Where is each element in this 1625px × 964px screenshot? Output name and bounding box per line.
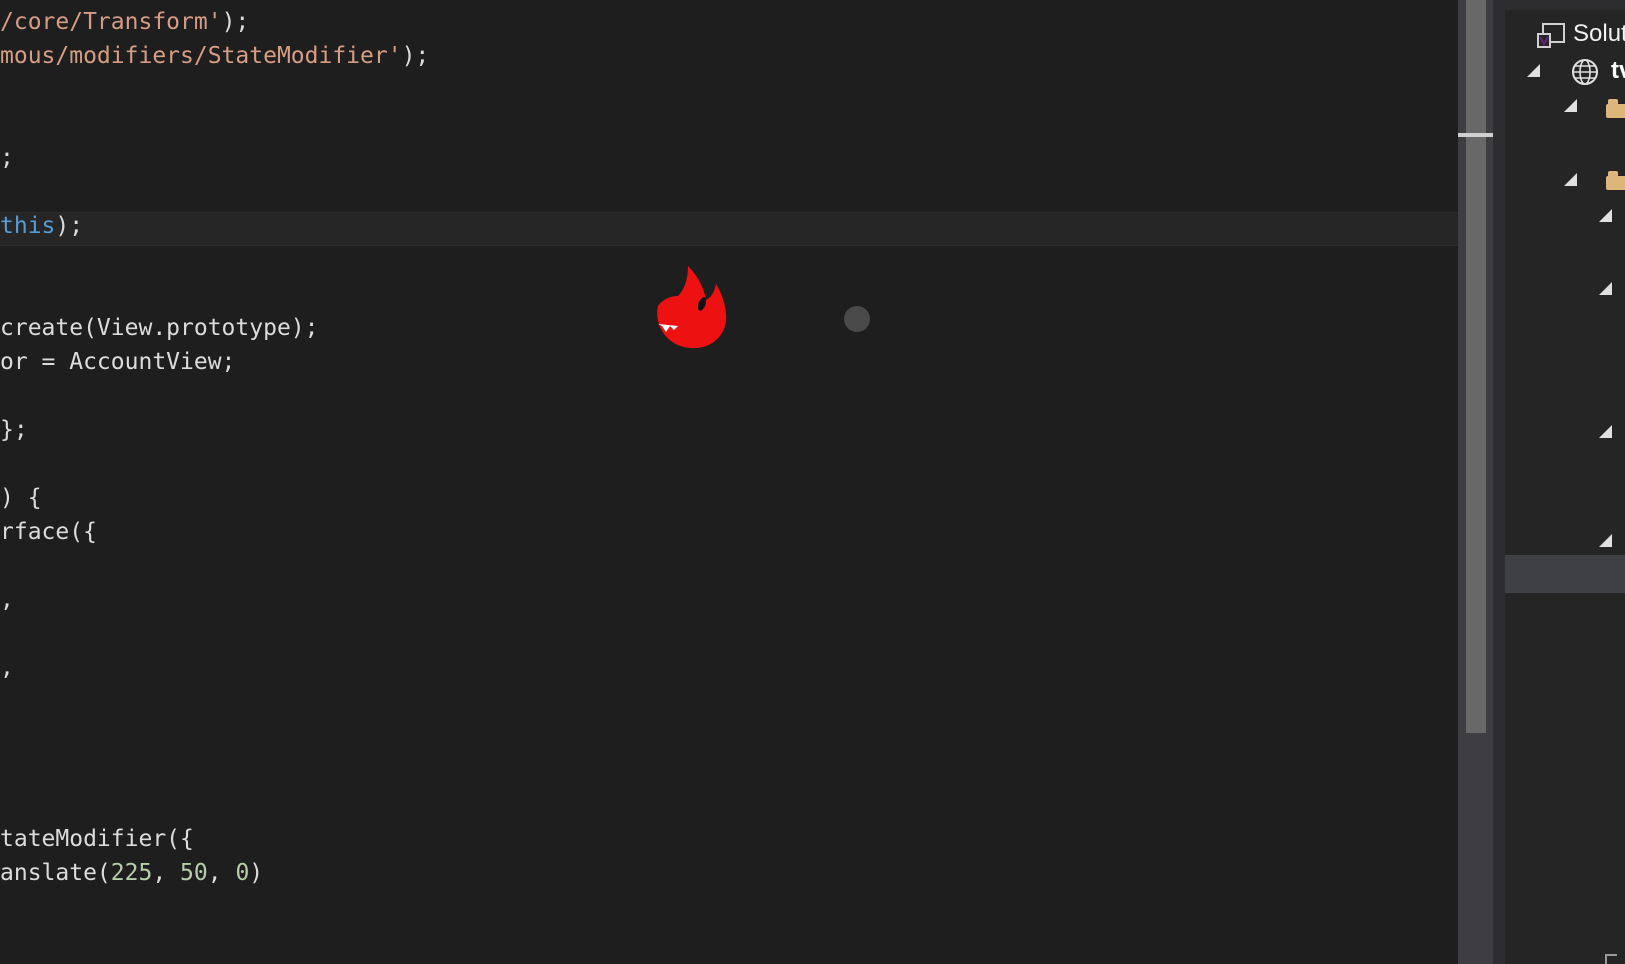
code-line[interactable]: rface({: [0, 515, 97, 549]
editor-vertical-scrollbar[interactable]: [1458, 0, 1493, 964]
project-name[interactable]: tv: [1611, 57, 1625, 85]
folder-icon: [1606, 171, 1625, 190]
solution-icon: [1537, 23, 1565, 48]
code-token: );: [401, 43, 430, 69]
scrollbar-thumb[interactable]: [1466, 0, 1486, 733]
code-token: ,: [152, 860, 181, 886]
code-line[interactable]: mous/modifiers/StateModifier');: [0, 39, 429, 73]
code-token: 50: [180, 860, 208, 886]
scrollbar-position-marker: [1458, 133, 1493, 137]
expand-triangle-icon[interactable]: [1564, 99, 1577, 112]
code-token: mous/modifiers/StateModifier': [0, 43, 402, 69]
code-token: ): [249, 860, 264, 886]
code-token: rface({: [0, 519, 97, 545]
gray-ball: [844, 306, 870, 332]
code-line[interactable]: this);: [0, 209, 83, 243]
code-token: );: [55, 213, 84, 239]
folder-icon: [1606, 99, 1625, 118]
code-line[interactable]: tateModifier({: [0, 822, 194, 856]
solution-explorer: Solut tv: [1505, 0, 1625, 964]
code-line[interactable]: ,: [0, 583, 14, 617]
code-line[interactable]: create(View.prototype);: [0, 311, 319, 345]
panel-splitter[interactable]: [1493, 0, 1505, 964]
code-line[interactable]: anslate(225, 50, 0): [0, 856, 263, 890]
code-line[interactable]: /core/Transform');: [0, 5, 249, 39]
expand-triangle-icon[interactable]: [1527, 64, 1540, 77]
solution-explorer-header: [1505, 0, 1625, 10]
solution-title[interactable]: Solut: [1573, 20, 1625, 48]
resize-grip-icon[interactable]: [1605, 954, 1617, 964]
selected-tree-row[interactable]: [1505, 555, 1625, 593]
expand-triangle-icon[interactable]: [1599, 282, 1612, 295]
red-mascot-icon: [657, 266, 727, 349]
code-line[interactable]: ,: [0, 651, 14, 685]
code-token: };: [0, 417, 28, 443]
code-line[interactable]: or = AccountView;: [0, 345, 235, 379]
code-token: );: [221, 9, 250, 35]
code-token: 225: [110, 860, 153, 886]
code-line[interactable]: ;: [0, 141, 14, 175]
code-token: ,: [0, 655, 14, 681]
code-token: ;: [0, 145, 14, 171]
code-token: anslate(: [0, 860, 111, 886]
code-token: 0: [235, 860, 250, 886]
code-line[interactable]: };: [0, 413, 28, 447]
code-line[interactable]: ) {: [0, 481, 42, 515]
code-token: create(View.prototype);: [0, 315, 319, 341]
expand-triangle-icon[interactable]: [1599, 534, 1612, 547]
code-editor[interactable]: /core/Transform'); mous/modifiers/StateMo…: [0, 0, 1458, 964]
code-token: ) {: [0, 485, 42, 511]
current-line-highlight: [0, 212, 1458, 246]
globe-icon: [1572, 59, 1598, 85]
code-token: tateModifier({: [0, 826, 194, 852]
expand-triangle-icon[interactable]: [1599, 209, 1612, 222]
code-token: /core/Transform': [0, 9, 222, 35]
code-token: ,: [0, 587, 14, 613]
expand-triangle-icon[interactable]: [1564, 173, 1577, 186]
code-token: this: [0, 213, 56, 239]
code-token: or = AccountView;: [0, 349, 236, 375]
code-token: ,: [207, 860, 236, 886]
expand-triangle-icon[interactable]: [1599, 425, 1612, 438]
